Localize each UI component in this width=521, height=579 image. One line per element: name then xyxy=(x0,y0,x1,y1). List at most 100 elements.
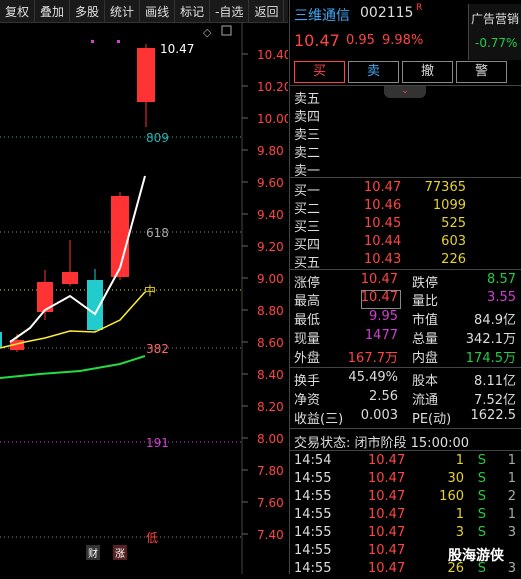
bid-price: 10.47 xyxy=(364,180,402,195)
bid-label: 买一 xyxy=(294,184,321,199)
y-axis-label: 7.80 xyxy=(257,464,284,478)
tick-side: S xyxy=(477,507,486,522)
kline-chart[interactable]: 10.40 10.20 10.00 9.80 9.60 9.40 9.20 9.00 8.80 8… xyxy=(0,22,291,574)
y-axis-label: 9.20 xyxy=(257,240,284,254)
y-axis-label: 8.00 xyxy=(257,432,284,446)
collapse-chevron-icon[interactable]: ⌄ xyxy=(384,86,426,98)
tick-time: 14:55 xyxy=(294,543,332,558)
toolbar-button[interactable]: 多股 xyxy=(70,0,106,22)
sector-change: -0.77% xyxy=(475,36,518,50)
candle-body xyxy=(62,272,78,284)
cancel-order-button[interactable]: 撤 xyxy=(402,61,453,83)
ask-label: 卖三 xyxy=(294,128,321,143)
stat-label: 总量 xyxy=(412,332,439,347)
ask-label: 卖四 xyxy=(294,110,321,125)
divider xyxy=(290,269,521,270)
divider xyxy=(290,428,521,429)
stat-label: 市值 xyxy=(412,313,439,328)
stat-value: 45.49% xyxy=(348,370,398,385)
buy-button[interactable]: 买 xyxy=(294,61,345,83)
price-change-pct: 9.98% xyxy=(382,33,424,48)
tick-price: 10.47 xyxy=(368,453,406,468)
sector-box[interactable]: 广告营销 -0.77% xyxy=(468,4,521,60)
stat-label: 量比 xyxy=(412,294,439,309)
stat-label: 换手 xyxy=(294,374,321,389)
chart-badge[interactable]: 涨 xyxy=(113,545,127,560)
tick-side: S xyxy=(477,453,486,468)
sell-button[interactable]: 卖 xyxy=(348,61,399,83)
bid-volume: 1099 xyxy=(432,198,466,213)
bid-label: 买四 xyxy=(294,238,321,253)
stat-value: 8.11亿 xyxy=(474,374,516,389)
bid-label: 买三 xyxy=(294,220,321,235)
y-axis-label: 8.80 xyxy=(257,304,284,318)
stat-label: 涨停 xyxy=(294,276,321,291)
stat-value: 174.5万 xyxy=(465,351,516,366)
price-change: 0.95 xyxy=(346,33,375,48)
kline-svg: 10.40 10.20 10.00 9.80 9.60 9.40 9.20 9.00 8.80 8… xyxy=(0,22,291,574)
alert-button[interactable]: 警 xyxy=(456,61,507,83)
volume-label: 809 xyxy=(146,131,169,145)
stat-value: 1477 xyxy=(364,328,398,343)
stat-label: 股本 xyxy=(412,374,439,389)
y-axis-label: 10.40 xyxy=(257,48,288,62)
stat-label: 净资 xyxy=(294,393,321,408)
stat-label: 最高 xyxy=(294,294,321,309)
stat-value: 9.95 xyxy=(369,309,398,324)
stat-value: 84.9亿 xyxy=(474,313,516,328)
tick-price: 10.47 xyxy=(368,471,406,486)
y-axis-label: 8.60 xyxy=(257,336,284,350)
stock-code: 002115 xyxy=(360,5,414,21)
stat-value: 10.47 xyxy=(360,272,398,287)
stat-value: 0.003 xyxy=(360,408,398,423)
tick-row: 14:55 10.47 3 S 3 xyxy=(294,525,520,543)
last-price: 10.47 xyxy=(294,31,340,50)
stat-label: 现量 xyxy=(294,332,321,347)
ma-line-green xyxy=(0,355,146,379)
toolbar-button[interactable]: 画线 xyxy=(140,0,176,22)
tick-time: 14:55 xyxy=(294,471,332,486)
toolbar-button[interactable]: 统计 xyxy=(105,0,141,22)
stat-value: 342.1万 xyxy=(465,332,516,347)
toolbar-button[interactable]: 返回 xyxy=(249,0,285,22)
stat-label: 最低 xyxy=(294,313,321,328)
ma-line-yellow xyxy=(0,291,146,349)
tick-n: 1 xyxy=(507,453,516,468)
y-axis-label: 9.00 xyxy=(257,272,284,286)
volume-label: 191 xyxy=(146,436,169,450)
tick-side: S xyxy=(477,489,486,504)
y-axis-label: 9.40 xyxy=(257,208,284,222)
bid-volume: 603 xyxy=(441,234,466,249)
tick-vol: 1 xyxy=(455,453,464,468)
tick-vol: 3 xyxy=(455,525,464,540)
chart-badge[interactable]: 财 xyxy=(86,545,100,560)
divider xyxy=(290,450,521,451)
volume-label: 382 xyxy=(146,342,169,356)
tick-price: 10.47 xyxy=(368,507,406,522)
tick-time: 14:55 xyxy=(294,489,332,504)
bid-volume: 226 xyxy=(441,252,466,267)
tick-price: 10.47 xyxy=(368,525,406,540)
toolbar-button[interactable]: 复权 xyxy=(0,0,36,22)
y-axis-label: 7.60 xyxy=(257,496,284,510)
candle-body xyxy=(0,332,2,347)
toolbar-button[interactable]: -自选 xyxy=(210,0,250,22)
tick-vol: 160 xyxy=(439,489,464,504)
low-marker: 低 xyxy=(146,531,158,545)
stat-label: 跌停 xyxy=(412,276,439,291)
toolbar-button[interactable]: 叠加 xyxy=(35,0,71,22)
bid-price: 10.43 xyxy=(364,252,402,267)
stat-value: 7.52亿 xyxy=(474,393,516,408)
toolbar-button[interactable]: 标记 xyxy=(175,0,211,22)
tick-row: 14:54 10.47 1 S 1 xyxy=(294,453,520,471)
stat-value: 8.57 xyxy=(487,272,516,287)
divider xyxy=(290,177,521,178)
tick-n: 3 xyxy=(507,525,516,540)
stat-label: 内盘 xyxy=(412,351,439,366)
tick-price: 10.47 xyxy=(368,489,406,504)
tick-row: 14:55 10.47 1 S 1 xyxy=(294,507,520,525)
y-axis-label: 8.40 xyxy=(257,368,284,382)
sector-name: 广告营销 xyxy=(471,12,520,26)
tick-time: 14:55 xyxy=(294,525,332,540)
ask-label: 卖二 xyxy=(294,146,321,161)
